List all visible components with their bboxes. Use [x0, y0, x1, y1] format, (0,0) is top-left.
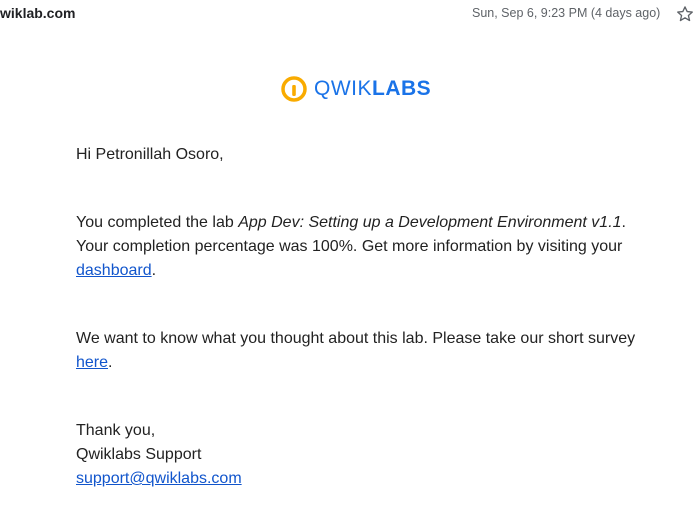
- signature-name: Qwiklabs Support: [76, 446, 202, 463]
- lab-name: App Dev: Setting up a Development Enviro…: [238, 214, 622, 231]
- qwiklabs-logo-icon: [281, 76, 307, 102]
- survey-text: We want to know what you thought about t…: [76, 330, 636, 347]
- survey-link[interactable]: here: [76, 354, 108, 371]
- email-header: wiklab.com Sun, Sep 6, 9:23 PM (4 days a…: [0, 0, 700, 30]
- logo-text: QWIKLABS: [314, 77, 431, 101]
- dashboard-link[interactable]: dashboard: [76, 262, 152, 279]
- dashboard-suffix: .: [151, 262, 157, 279]
- completion-paragraph: You completed the lab App Dev: Setting u…: [76, 211, 656, 283]
- completed-suffix: .: [621, 214, 626, 231]
- logo-text-qwik: QWIK: [314, 77, 372, 100]
- logo-text-labs: LABS: [372, 77, 432, 100]
- percentage-sentence: Your completion percentage was 100%. Get…: [76, 238, 623, 255]
- signature-block: Thank you, Qwiklabs Support support@qwik…: [76, 419, 656, 491]
- sender-name[interactable]: wiklab.com: [0, 5, 75, 21]
- survey-suffix: .: [108, 354, 113, 371]
- support-email-link[interactable]: support@qwiklabs.com: [76, 470, 242, 487]
- survey-paragraph: We want to know what you thought about t…: [76, 327, 656, 375]
- email-date: Sun, Sep 6, 9:23 PM (4 days ago): [472, 6, 661, 20]
- thanks-line: Thank you,: [76, 422, 156, 439]
- greeting: Hi Petronillah Osoro,: [76, 146, 224, 163]
- completed-prefix: You completed the lab: [76, 214, 239, 231]
- star-icon[interactable]: [675, 4, 695, 24]
- qwiklabs-logo: QWIKLABS: [281, 75, 431, 103]
